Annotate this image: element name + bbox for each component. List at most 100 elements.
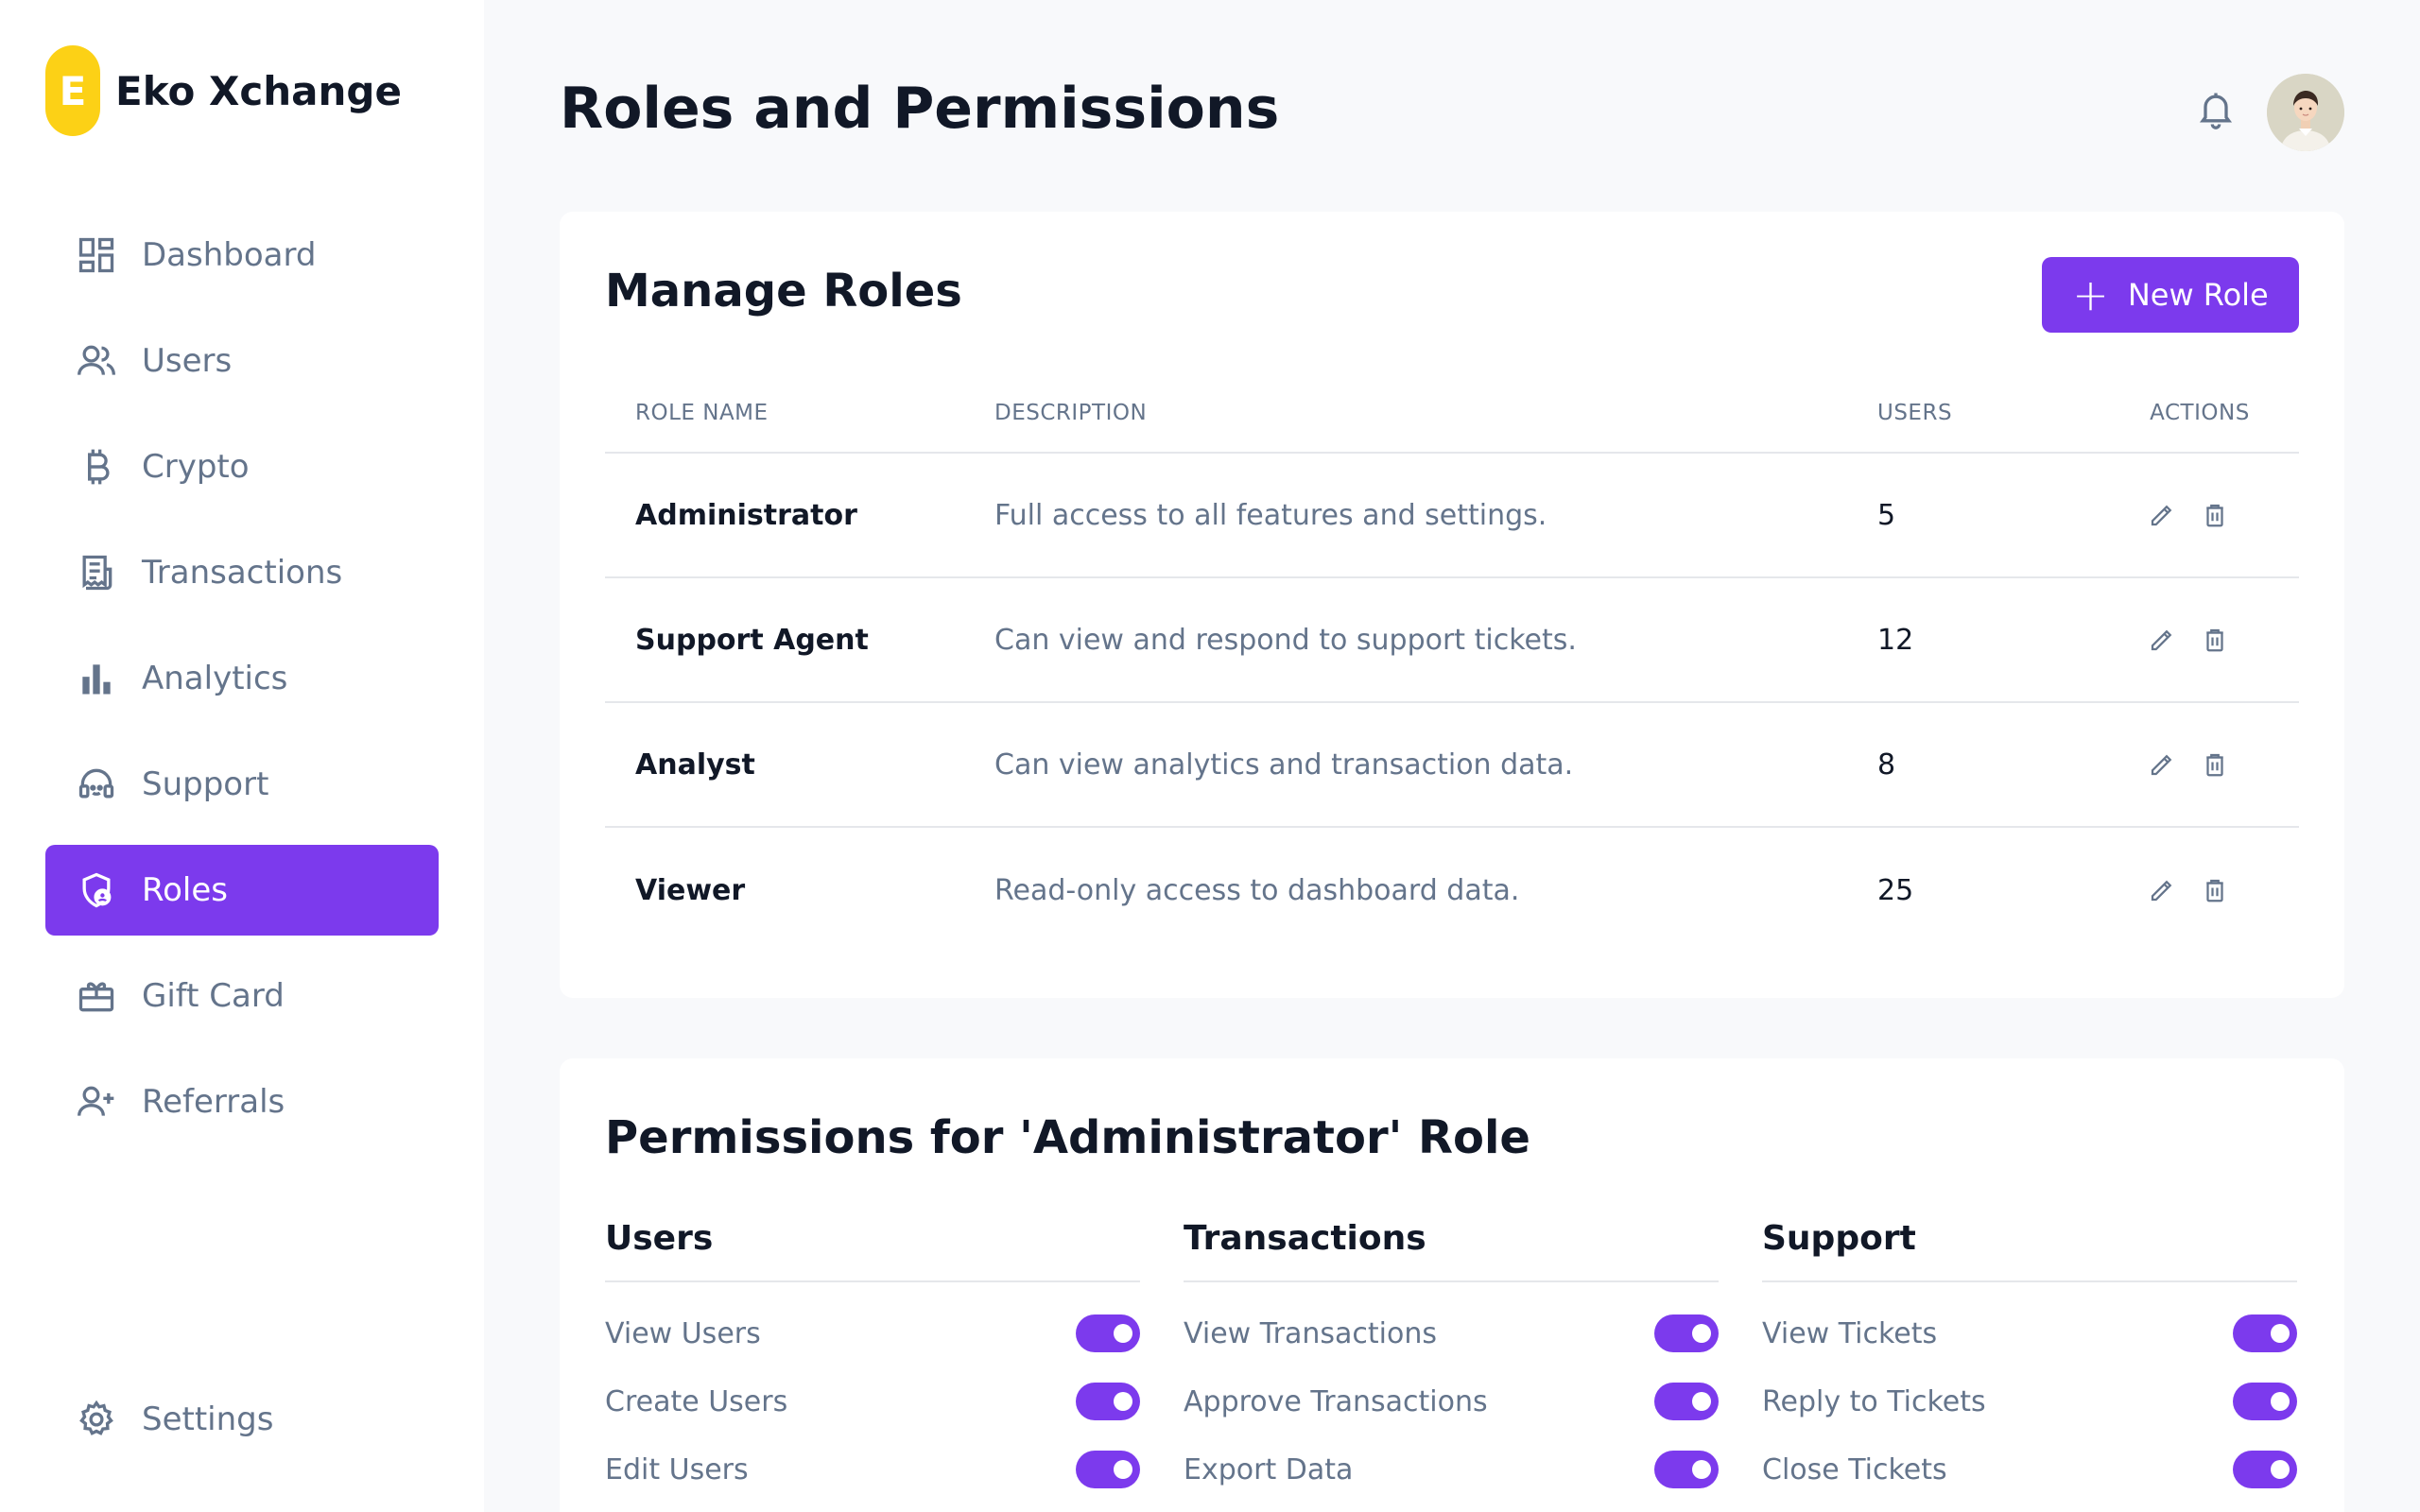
settings-nav: Settings	[45, 1374, 439, 1480]
permission-row: View Users	[605, 1299, 1140, 1367]
permission-group-title: Transactions	[1184, 1219, 1719, 1282]
sidebar-item-dashboard[interactable]: Dashboard	[45, 210, 439, 301]
edit-icon[interactable]	[2148, 876, 2176, 904]
row-actions	[2100, 626, 2299, 654]
trash-icon[interactable]	[2201, 876, 2229, 904]
headset-icon	[76, 764, 117, 805]
brand[interactable]: E Eko Xchange	[45, 45, 402, 136]
column-header-users: USERS	[1877, 401, 1953, 425]
sidebar-item-referrals[interactable]: Referrals	[45, 1057, 439, 1147]
permission-label: Create Users	[605, 1384, 788, 1418]
edit-icon[interactable]	[2148, 626, 2176, 654]
bar-chart-icon	[76, 658, 117, 699]
column-header-description: DESCRIPTION	[994, 401, 1148, 425]
sidebar-item-label: Roles	[142, 871, 228, 909]
role-name: Analyst	[635, 747, 755, 782]
trash-icon[interactable]	[2201, 501, 2229, 529]
brand-name: Eko Xchange	[115, 67, 402, 114]
permission-row: Edit Users	[605, 1435, 1140, 1503]
gift-card-icon	[76, 975, 117, 1017]
sidebar-nav: Dashboard Users Crypto Transactions Anal…	[45, 210, 439, 1162]
new-role-label: New Role	[2127, 277, 2269, 313]
permission-toggle[interactable]	[2233, 1383, 2297, 1420]
sidebar-item-label: Referrals	[142, 1083, 285, 1121]
permission-row: View Tickets	[1762, 1299, 2297, 1367]
brand-logo: E	[45, 45, 100, 136]
permission-label: View Tickets	[1762, 1316, 1938, 1350]
table-header: ROLE NAME DESCRIPTION USERS ACTIONS	[605, 374, 2299, 454]
shield-user-icon	[76, 869, 117, 911]
permission-group-title: Users	[605, 1219, 1140, 1282]
permission-groups: Users View Users Create Users Edit Users…	[605, 1219, 2299, 1503]
permissions-card: Permissions for 'Administrator' Role Use…	[560, 1058, 2344, 1512]
permission-toggle[interactable]	[1076, 1314, 1140, 1352]
role-name: Administrator	[635, 498, 857, 532]
sidebar-item-label: Support	[142, 765, 269, 803]
sidebar: E Eko Xchange Dashboard Users Crypto Tra…	[0, 0, 484, 1512]
role-name: Support Agent	[635, 623, 869, 657]
permission-toggle[interactable]	[1076, 1383, 1140, 1420]
sidebar-item-label: Users	[142, 342, 233, 380]
sidebar-item-crypto[interactable]: Crypto	[45, 421, 439, 512]
new-role-button[interactable]: + New Role	[2042, 257, 2299, 333]
user-plus-icon	[76, 1081, 117, 1123]
permission-toggle[interactable]	[2233, 1451, 2297, 1488]
role-users-count: 5	[1877, 498, 1896, 532]
permission-row: Reply to Tickets	[1762, 1367, 2297, 1435]
permissions-title: Permissions for 'Administrator' Role	[605, 1111, 1530, 1164]
permission-label: Close Tickets	[1762, 1452, 1947, 1486]
avatar[interactable]	[2267, 74, 2344, 151]
sidebar-item-label: Analytics	[142, 660, 288, 697]
row-actions	[2100, 501, 2299, 529]
sidebar-item-gift-card[interactable]: Gift Card	[45, 951, 439, 1041]
role-description: Can view analytics and transaction data.	[994, 747, 1574, 782]
permission-toggle[interactable]	[1654, 1314, 1719, 1352]
sidebar-item-label: Transactions	[142, 554, 343, 592]
trash-icon[interactable]	[2201, 750, 2229, 779]
permission-group-title: Support	[1762, 1219, 2297, 1282]
sidebar-item-label: Gift Card	[142, 977, 285, 1015]
permission-toggle[interactable]	[2233, 1314, 2297, 1352]
sidebar-item-roles[interactable]: Roles	[45, 845, 439, 936]
role-description: Read-only access to dashboard data.	[994, 873, 1520, 907]
sidebar-item-label: Settings	[142, 1400, 274, 1438]
permission-label: Edit Users	[605, 1452, 749, 1486]
permission-row: Approve Transactions	[1184, 1367, 1719, 1435]
edit-icon[interactable]	[2148, 501, 2176, 529]
edit-icon[interactable]	[2148, 750, 2176, 779]
sidebar-item-analytics[interactable]: Analytics	[45, 633, 439, 724]
page-title: Roles and Permissions	[560, 76, 1280, 142]
trash-icon[interactable]	[2201, 626, 2229, 654]
plus-icon: +	[2072, 269, 2109, 320]
table-row: Administrator Full access to all feature…	[605, 454, 2299, 578]
permission-toggle[interactable]	[1076, 1451, 1140, 1488]
permission-group-support: Support View Tickets Reply to Tickets Cl…	[1762, 1219, 2297, 1503]
permission-toggle[interactable]	[1654, 1383, 1719, 1420]
manage-roles-card: Manage Roles + New Role ROLE NAME DESCRI…	[560, 212, 2344, 998]
permission-row: View Transactions	[1184, 1299, 1719, 1367]
column-header-role-name: ROLE NAME	[635, 401, 769, 425]
role-description: Full access to all features and settings…	[994, 498, 1547, 532]
dashboard-icon	[76, 234, 117, 276]
row-actions	[2100, 876, 2299, 904]
permission-label: Approve Transactions	[1184, 1384, 1488, 1418]
role-name: Viewer	[635, 873, 746, 907]
manage-roles-title: Manage Roles	[605, 265, 962, 318]
permission-row: Close Tickets	[1762, 1435, 2297, 1503]
sidebar-item-transactions[interactable]: Transactions	[45, 527, 439, 618]
bitcoin-icon	[76, 446, 117, 488]
sidebar-item-label: Dashboard	[142, 236, 317, 274]
users-icon	[76, 340, 117, 382]
permission-label: View Users	[605, 1316, 761, 1350]
role-users-count: 8	[1877, 747, 1896, 782]
permission-toggle[interactable]	[1654, 1451, 1719, 1488]
sidebar-item-settings[interactable]: Settings	[45, 1374, 439, 1465]
sidebar-item-users[interactable]: Users	[45, 316, 439, 406]
column-header-actions: ACTIONS	[2150, 401, 2250, 425]
permission-row: Export Data	[1184, 1435, 1719, 1503]
bell-icon[interactable]	[2195, 85, 2237, 132]
row-actions	[2100, 750, 2299, 779]
sidebar-item-support[interactable]: Support	[45, 739, 439, 830]
table-row: Support Agent Can view and respond to su…	[605, 578, 2299, 703]
table-row: Analyst Can view analytics and transacti…	[605, 703, 2299, 828]
